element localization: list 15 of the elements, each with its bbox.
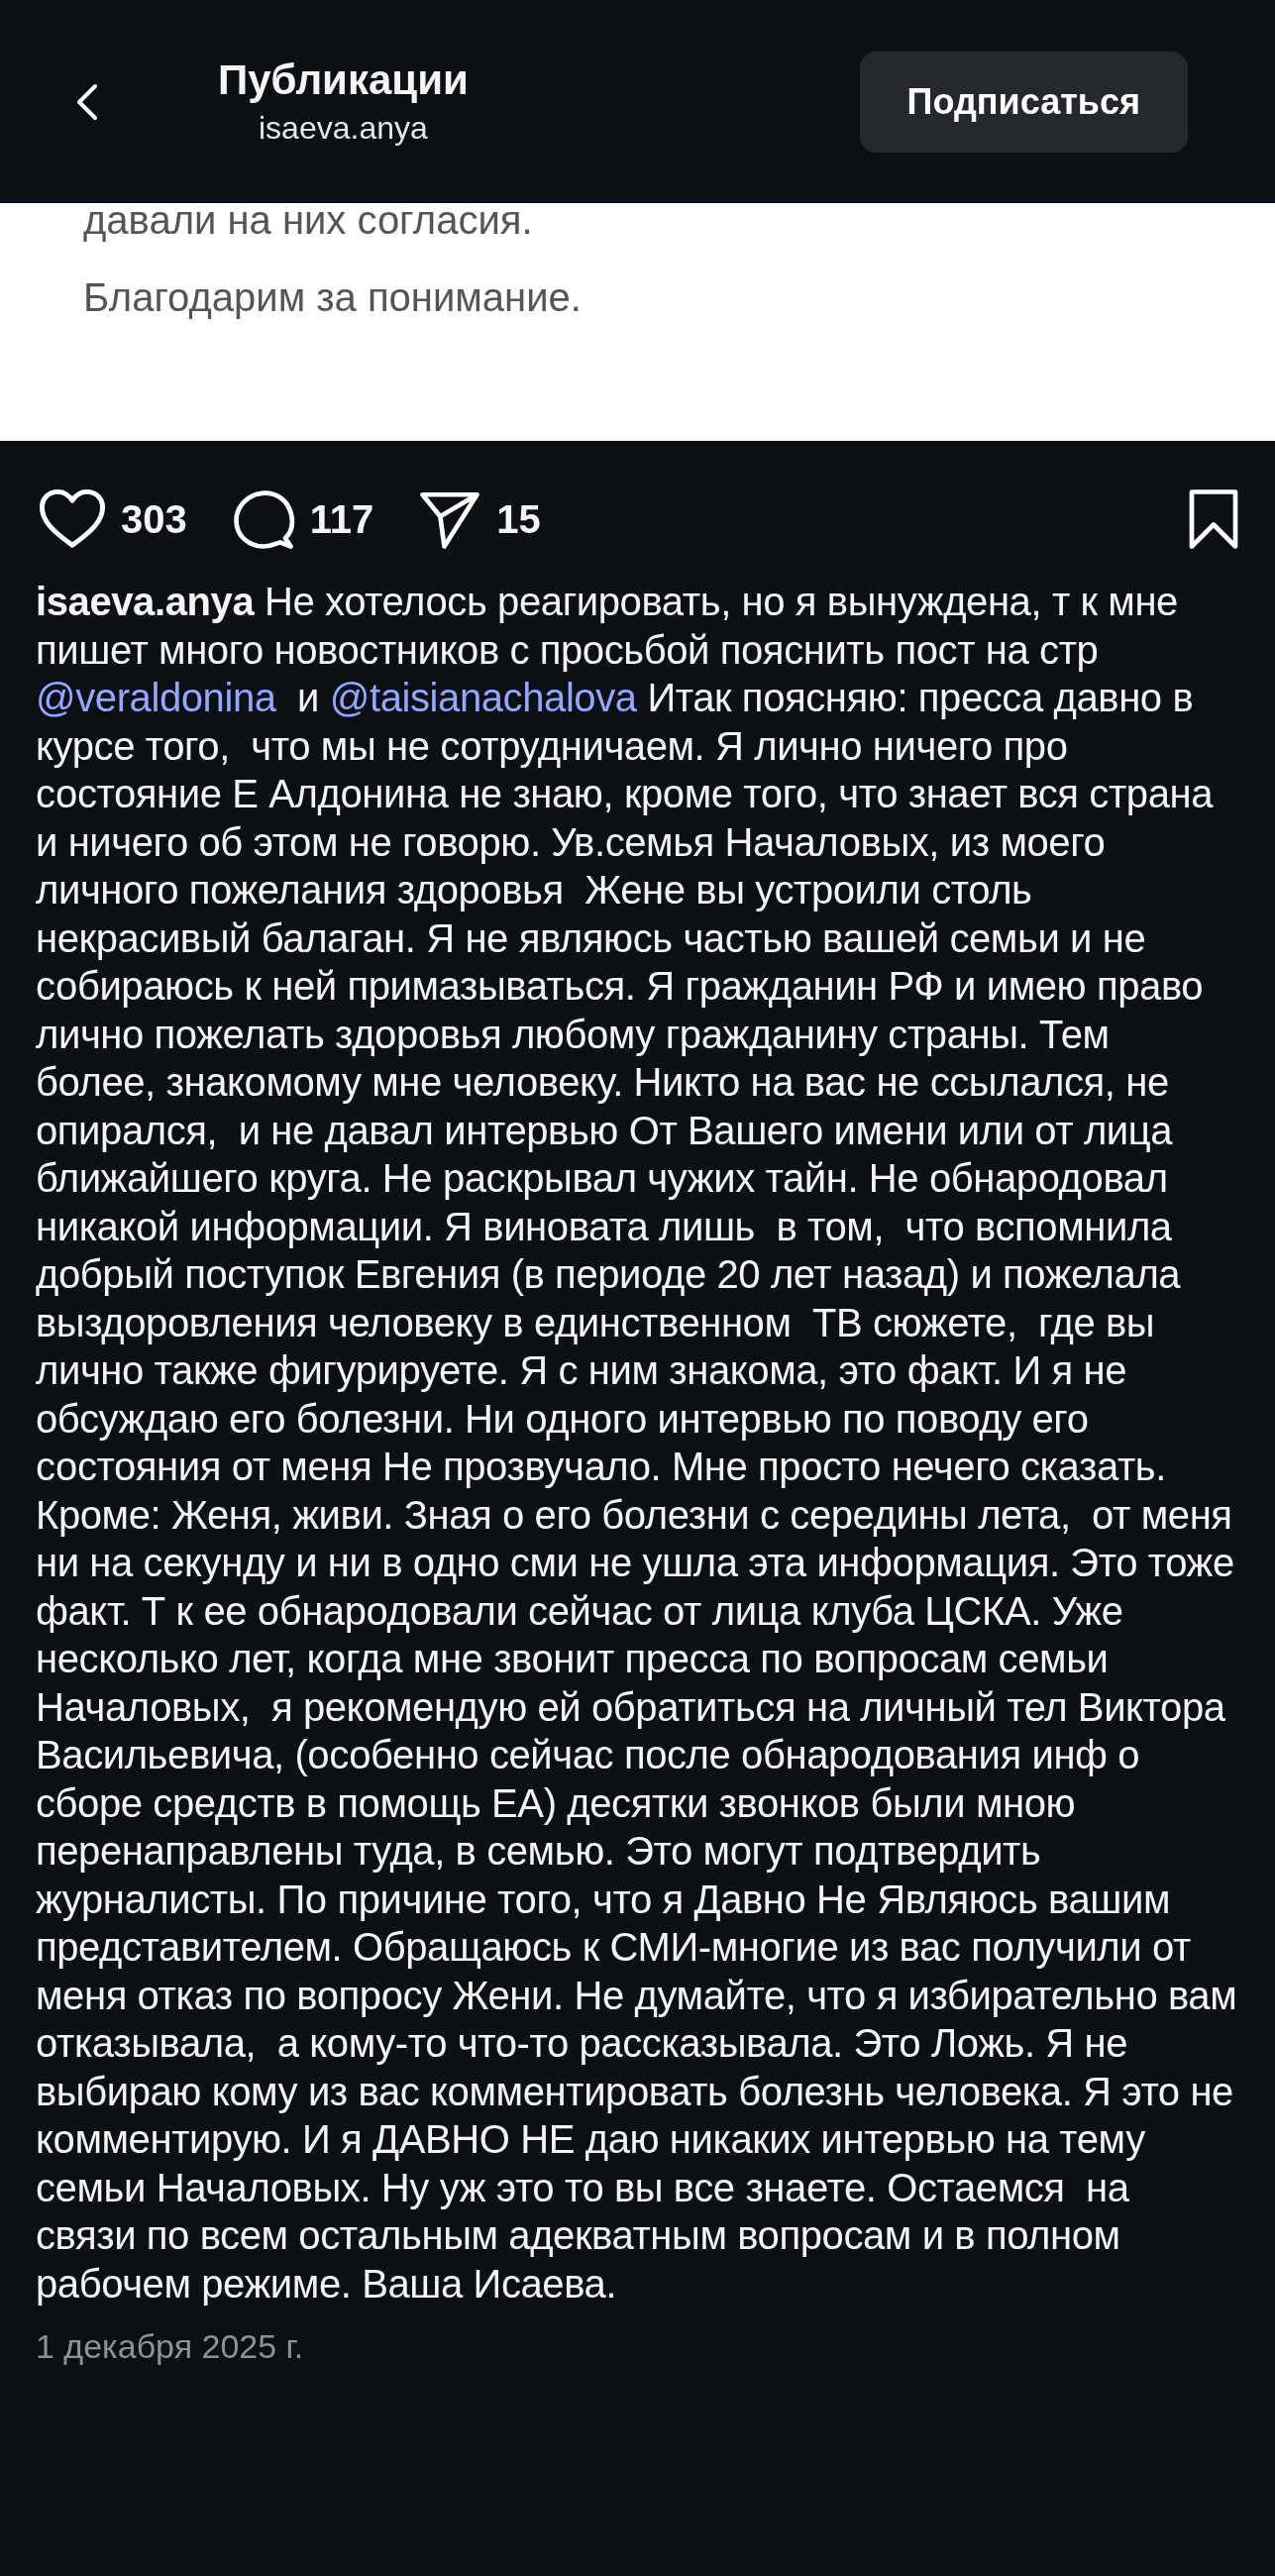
- image-text: Благодарим за понимание.: [83, 274, 583, 321]
- username-link[interactable]: isaeva.anya: [36, 580, 255, 623]
- post-date: 1 декабря 2025 г.: [35, 2326, 305, 2367]
- mention-link[interactable]: @taisianachalova: [329, 676, 637, 719]
- caption-text: isaeva.anya Не хотелось реагировать, но я вынуждена, т к мне пишет много новостников с просьбой пояснить пост на стр @veraldonina и @taisianachalova Итак поясняю: пресса давно в курсе того, что мы не сотрудничаем. Я лично ничего про состояние Е Алдонина не знаю, кроме того, что знает вся страна и ничего об этом не говорю. Ув.семья Началовых, из моего личного пожелания здоровья Жене вы устроили столь некрасивый балаган. Я не являюсь частью вашей семьи и не собираюсь к ней примазываться. Я гражданин РФ и имею право лично пожелать здоровья любому гражданину страны. Тем более, знакомому мне человеку. Никто на вас не ссылался, не опирался, и не давал интервью От Вашего имени или от лица ближайшего круга. Не раскрывал чужих тайн. Не обнародовал никакой информации. Я виновата лишь в том, что вспомнила добрый поступок Евгения (в периоде 20 лет назад) и пожелала выздоровления человеку в единственном ТВ сюжете, где вы лично также фигурируете. Я с ним знакома, это факт. И я не обсуждаю его болезни. Ни одного интервью по поводу его состояния от меня Не прозвучало. Мне просто нечего сказать. Кроме: Женя, живи. Зная о его болезни с середины лета, от меня ни на секунду и ни в одно сми не ушла эта информация. Это тоже факт. Т к ее обнародовали сейчас от лица клуба ЦСКА. Уже несколько лет, когда мне звонит пресса по вопросам семьи Началовых, я рекомендую ей обратиться на личный тел Виктора Васильевича, (особенно сейчас после обнародования инф о сборе средств в помощь ЕА) десятки звонков были мною перенаправлены туда, в семью. Это могут подтвердить журналисты. По причине того, что я Давно Не Являюсь вашим представителем. Обращаюсь к СМИ-многие из вас получили от меня отказ по вопросу Жени. Не думайте, что я избирательно вам отказывала, а кому-то что-то рассказывала. Это Ложь. Я не выбираю кому из вас комментировать болезнь человека. Я это не комментирую. И я ДАВНО НЕ даю никаких интервью на тему семьи Началовых. Ну уж это то вы все знаете. Остаемся на связи по всем остальным адекватным вопросам и в полном рабочем режиме. Ваша Исаева.: [35, 579, 1238, 2308]
- share-count: 15: [496, 496, 541, 542]
- image-text: давали на них согласия.: [83, 197, 534, 244]
- heart-icon[interactable]: [38, 487, 107, 551]
- follow-button[interactable]: Подписаться: [859, 51, 1188, 153]
- back-icon[interactable]: [75, 81, 99, 122]
- comment-count: 117: [309, 496, 374, 542]
- page-title: Публикации: [218, 56, 469, 104]
- like-count: 303: [121, 496, 187, 542]
- mention-link[interactable]: @veraldonina: [36, 676, 276, 719]
- account-name: isaeva.anya: [259, 110, 428, 147]
